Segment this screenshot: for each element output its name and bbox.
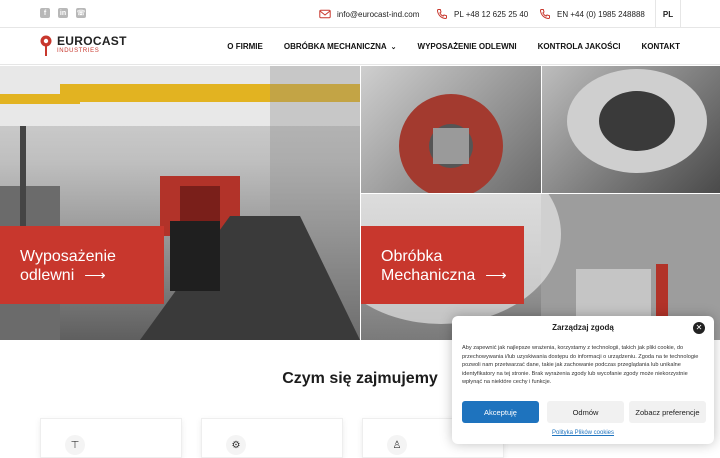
casting-detail-image <box>542 66 720 193</box>
close-icon[interactable]: ✕ <box>693 322 705 334</box>
menu-item-contact[interactable]: KONTAKT <box>641 42 680 51</box>
main-navigation: EUROCAST INDUSTRIES O FIRMIE OBRÓBKA MEC… <box>0 28 720 65</box>
menu-item-quality-control[interactable]: KONTROLA JAKOŚCI <box>538 42 621 51</box>
machining-icon: ⚙ <box>226 435 246 455</box>
preferences-button[interactable]: Zobacz preferencje <box>629 401 706 423</box>
menu-item-about[interactable]: O FIRMIE <box>227 42 263 51</box>
quality-icon: ♙ <box>387 435 407 455</box>
cta-label-line1: Obróbka <box>381 248 443 265</box>
phone-pl-text[interactable]: PL +48 12 625 25 40 <box>454 10 528 19</box>
phone-icon <box>436 9 447 20</box>
arrow-right-icon: ⟶ <box>84 267 106 284</box>
phone-pl-link[interactable]: PL +48 12 625 25 40 <box>436 0 528 28</box>
menu-item-machining[interactable]: OBRÓBKA MECHANICZNA ⌄ <box>284 42 397 51</box>
accept-button[interactable]: Akceptuję <box>462 401 539 423</box>
email-text[interactable]: info@eurocast-ind.com <box>337 10 419 19</box>
menu-item-foundry-equipment[interactable]: WYPOSAŻENIE ODLEWNI <box>418 42 517 51</box>
service-card[interactable]: ⚙ <box>201 418 343 458</box>
menu: O FIRMIE OBRÓBKA MECHANICZNA ⌄ WYPOSAŻEN… <box>227 28 680 65</box>
logo-subtitle: INDUSTRIES <box>57 48 100 54</box>
menu-item-machining-label: OBRÓBKA MECHANICZNA <box>283 42 387 51</box>
envelope-icon <box>319 9 331 19</box>
top-bar: f in ☏ info@eurocast-ind.com PL +48 12 6… <box>0 0 720 28</box>
casting-illustration <box>567 69 707 173</box>
cta-label-line2: odlewni ⟶ <box>20 267 106 284</box>
cookie-consent-dialog: Zarządzaj zgodą ✕ Aby zapewnić jak najle… <box>452 316 714 444</box>
logo-pin-icon <box>40 35 52 56</box>
machining-cta[interactable]: Obróbka Mechaniczna ⟶ <box>361 226 524 304</box>
phone-en-text[interactable]: EN +44 (0) 1985 248888 <box>557 10 645 19</box>
social-links: f in ☏ <box>40 8 86 18</box>
facebook-icon[interactable]: f <box>40 8 50 18</box>
cookie-policy-link[interactable]: Polityka Plików cookies <box>452 430 714 436</box>
linkedin-icon[interactable]: in <box>58 8 68 18</box>
cta-label-line2: Mechaniczna ⟶ <box>381 267 507 284</box>
cta-label-line1: Wyposażenie <box>20 248 116 265</box>
hero-section: Wyposażenie odlewni ⟶ Obróbka Mechaniczna… <box>0 66 720 340</box>
cookie-title: Zarządzaj zgodą <box>552 323 614 332</box>
service-card[interactable]: ⊤ <box>40 418 182 458</box>
language-switcher[interactable]: PL <box>655 0 681 28</box>
foundry-equipment-cta[interactable]: Wyposażenie odlewni ⟶ <box>0 226 164 304</box>
casting-icon: ⊤ <box>65 435 85 455</box>
phone-icon <box>539 9 550 20</box>
machined-part-illustration <box>399 94 503 193</box>
arrow-right-icon: ⟶ <box>485 267 507 284</box>
cookie-text: Aby zapewnić jak najlepsze wrażenia, kor… <box>462 345 699 385</box>
machining-part-image <box>361 66 541 193</box>
deny-button[interactable]: Odmów <box>547 401 624 423</box>
phone-icon[interactable]: ☏ <box>76 8 86 18</box>
phone-en-link[interactable]: EN +44 (0) 1985 248888 <box>539 0 645 28</box>
logo[interactable]: EUROCAST INDUSTRIES <box>40 35 127 57</box>
email-link[interactable]: info@eurocast-ind.com <box>319 0 419 28</box>
logo-name: EUROCAST <box>57 34 127 48</box>
chevron-down-icon: ⌄ <box>390 43 397 51</box>
